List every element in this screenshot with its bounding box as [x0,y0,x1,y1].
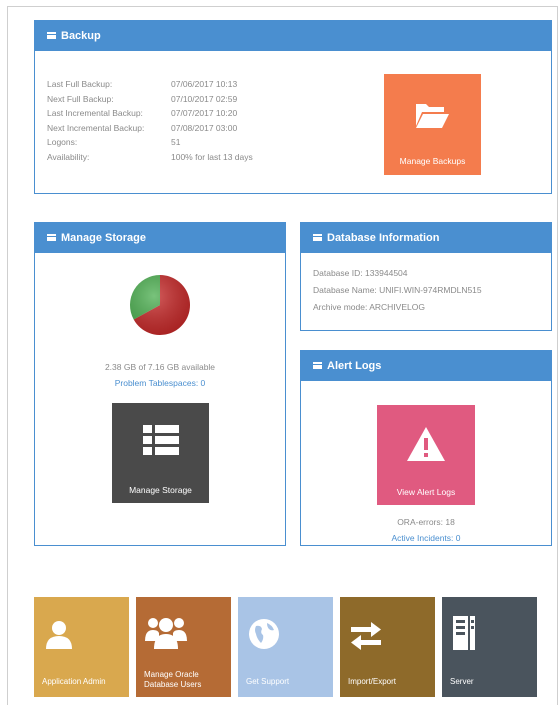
alert-logs-panel-header: Alert Logs [301,351,551,381]
database-row: Database ID: 133944504 [313,268,408,278]
database-panel: Database Information Database ID: 133944… [300,222,552,331]
storage-title: Manage Storage [61,232,146,244]
backup-panel: Backup Last Full Backup: 07/06/2017 10:13… [34,20,552,194]
backup-row: Next Full Backup: 07/10/2017 02:59 [47,93,238,104]
backup-panel-header: Backup [35,21,551,51]
users-group-icon [145,618,187,649]
manage-oracle-users-tile[interactable]: Manage Oracle Database Users [136,597,231,697]
storage-available-text: 2.38 GB of 7.16 GB available [104,362,216,372]
manage-storage-label: Manage Storage [129,485,192,495]
menu-icon [313,362,322,369]
application-admin-label: Application Admin [42,677,106,686]
folder-open-icon [416,104,449,128]
menu-icon [47,234,56,241]
import-export-label: Import/Export [348,677,397,686]
alert-logs-panel: Alert Logs View Alert Logs ORA-errors: 1… [300,350,552,546]
active-incidents-link[interactable]: Active Incidents: 0 [301,533,551,543]
warning-icon [407,427,445,461]
menu-icon [47,32,56,39]
manage-backups-button[interactable]: Manage Backups [384,74,481,175]
manage-storage-button[interactable]: Manage Storage [112,403,209,503]
database-info: Database ID: 133944504 Database Name: UN… [313,265,482,316]
backup-row: Last Incremental Backup: 07/07/2017 10:20 [47,108,238,118]
arrows-swap-icon [351,622,381,650]
storage-panel: Manage Storage 2.38 GB of 7.16 GB availa… [34,222,286,546]
server-icon [453,616,475,650]
application-admin-tile[interactable]: Application Admin [34,597,129,697]
alert-logs-title: Alert Logs [327,360,382,372]
database-row: Database Name: UNIFI.WIN-974RMDLN515 [313,285,482,295]
manage-oracle-users-label: Manage Oracle Database Users [144,670,202,689]
backup-row: Availability: 100% for last 13 days [47,151,253,162]
menu-icon [313,234,322,241]
storage-pie-chart [130,275,190,335]
backup-info: Last Full Backup: 07/06/2017 10:13 Next F… [47,77,253,164]
view-alert-logs-label: View Alert Logs [396,487,456,497]
ora-errors-text: ORA-errors: 18 [397,517,455,527]
backup-row: Last Full Backup: 07/06/2017 10:13 [47,79,238,89]
backup-title: Backup [61,30,101,42]
globe-icon [249,619,279,649]
pie-shading [130,275,190,335]
database-row: Archive mode: ARCHIVELOG [313,302,425,312]
get-support-tile[interactable]: Get Support [238,597,333,697]
backup-row: Next Incremental Backup: 07/08/2017 03:00 [47,122,238,133]
get-support-label: Get Support [246,677,290,686]
database-panel-header: Database Information [301,223,551,253]
server-tile[interactable]: Server [442,597,537,697]
view-alert-logs-button[interactable]: View Alert Logs [377,405,475,505]
server-label: Server [450,677,474,686]
problem-tablespaces-link[interactable]: Problem Tablespaces: 0 [35,378,285,388]
list-icon [143,425,179,455]
user-icon [46,621,72,649]
storage-panel-header: Manage Storage [35,223,285,253]
manage-backups-label: Manage Backups [399,156,466,166]
import-export-tile[interactable]: Import/Export [340,597,435,697]
backup-row: Logons: 51 [47,137,181,147]
database-title: Database Information [327,232,440,244]
